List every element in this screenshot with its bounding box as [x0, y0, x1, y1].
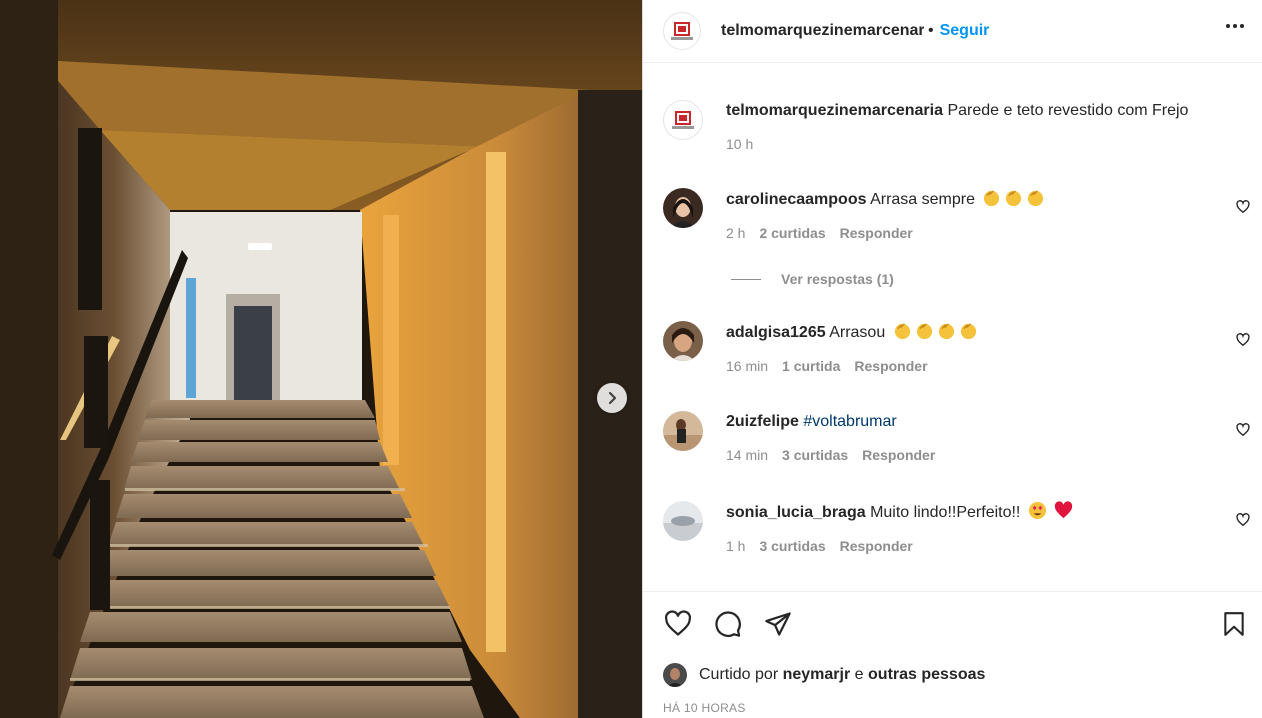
bookmark-icon[interactable] [1221, 610, 1247, 638]
heart-icon[interactable] [663, 610, 693, 638]
comment-body: Muito lindo!!Perfeito!! [870, 504, 1021, 521]
chevron-right-icon [608, 391, 617, 405]
clap-emoji-group [979, 190, 1045, 208]
comments-list[interactable]: telmomarquezinemarcenaria Parede e teto … [643, 63, 1262, 591]
author-avatar-small[interactable] [663, 100, 703, 140]
follow-button[interactable]: Seguir [940, 22, 990, 40]
comment-username[interactable]: adalgisa1265 [726, 324, 826, 341]
comment-time[interactable]: 16 min [726, 358, 768, 374]
post-image[interactable] [0, 0, 642, 718]
liked-by-others[interactable]: outras pessoas [868, 666, 985, 684]
commenter-avatar[interactable] [663, 411, 703, 451]
like-comment-heart-icon[interactable] [1236, 200, 1250, 214]
share-icon[interactable] [763, 610, 793, 638]
post-header: telmomarquezinemarcenaria • Seguir [643, 0, 1262, 63]
post-action-bar [643, 591, 1262, 658]
comment-username[interactable]: 2uizfelipe [726, 413, 799, 430]
comment-text: carolinecaampoos Arrasa sempre [726, 188, 1217, 211]
comment-likes[interactable]: 3 curtidas [782, 447, 848, 463]
comment-body: Arrasa sempre [870, 191, 975, 208]
liked-by-prefix: Curtido por [699, 666, 779, 683]
liked-by-connector: e [854, 666, 864, 683]
comment-body: Arrasou [829, 324, 886, 341]
reply-button[interactable]: Responder [854, 358, 927, 374]
clap-emoji-group [890, 323, 978, 341]
liker-avatar[interactable] [663, 663, 687, 687]
comment-likes[interactable]: 1 curtida [782, 358, 840, 374]
reply-button[interactable]: Responder [840, 225, 913, 241]
post-timestamp[interactable]: HÁ 10 HORAS [663, 701, 746, 715]
comment-text: adalgisa1265 Arrasou [726, 321, 1217, 344]
comment-text: sonia_lucia_braga Muito lindo!!Perfeito!… [726, 501, 1217, 524]
replies-dash [731, 278, 761, 280]
view-replies-label: Ver respostas (1) [781, 271, 894, 287]
author-avatar[interactable] [663, 12, 701, 50]
comment-icon[interactable] [713, 610, 743, 638]
red-heart-emoji-icon [1055, 501, 1073, 519]
post-side-panel: telmomarquezinemarcenaria • Seguir telmo… [642, 0, 1262, 718]
commenter-avatar[interactable] [663, 501, 703, 541]
like-comment-heart-icon[interactable] [1236, 513, 1250, 527]
comment-username[interactable]: sonia_lucia_braga [726, 504, 866, 521]
caption-body: Parede e teto revestido com Frejo [947, 102, 1189, 119]
comment-time[interactable]: 1 h [726, 538, 745, 554]
caption-text: telmomarquezinemarcenaria Parede e teto … [726, 100, 1217, 122]
comment-text: 2uizfelipe #voltabrumar [726, 411, 1217, 433]
hashtag-link[interactable]: #voltabrumar [803, 413, 896, 430]
brand-logo [672, 109, 694, 131]
comment-likes[interactable]: 2 curtidas [759, 225, 825, 241]
comment-time[interactable]: 2 h [726, 225, 745, 241]
view-replies-button[interactable]: Ver respostas (1) [731, 271, 894, 287]
commenter-avatar[interactable] [663, 188, 703, 228]
like-comment-heart-icon[interactable] [1236, 423, 1250, 437]
commenter-avatar[interactable] [663, 321, 703, 361]
caption-time: 10 h [726, 136, 754, 152]
caption-row: telmomarquezinemarcenaria Parede e teto … [663, 100, 1262, 152]
liked-by-user[interactable]: neymarjr [783, 666, 851, 684]
ellipsis-icon[interactable] [1226, 24, 1244, 28]
caption-username[interactable]: telmomarquezinemarcenaria [726, 102, 943, 119]
liked-by-row: Curtido por neymarjr e outras pessoas [663, 663, 985, 687]
reply-button[interactable]: Responder [862, 447, 935, 463]
like-comment-heart-icon[interactable] [1236, 333, 1250, 347]
comment-likes[interactable]: 3 curtidas [759, 538, 825, 554]
staircase-photo [0, 0, 642, 718]
separator-dot: • [928, 22, 934, 39]
brand-logo [671, 20, 693, 42]
comment-username[interactable]: carolinecaampoos [726, 191, 867, 208]
next-image-button[interactable] [597, 383, 627, 413]
comment-time[interactable]: 14 min [726, 447, 768, 463]
heart-eyes-emoji-icon [1028, 501, 1046, 520]
author-username[interactable]: telmomarquezinemarcenaria [721, 22, 924, 40]
reply-button[interactable]: Responder [840, 538, 913, 554]
